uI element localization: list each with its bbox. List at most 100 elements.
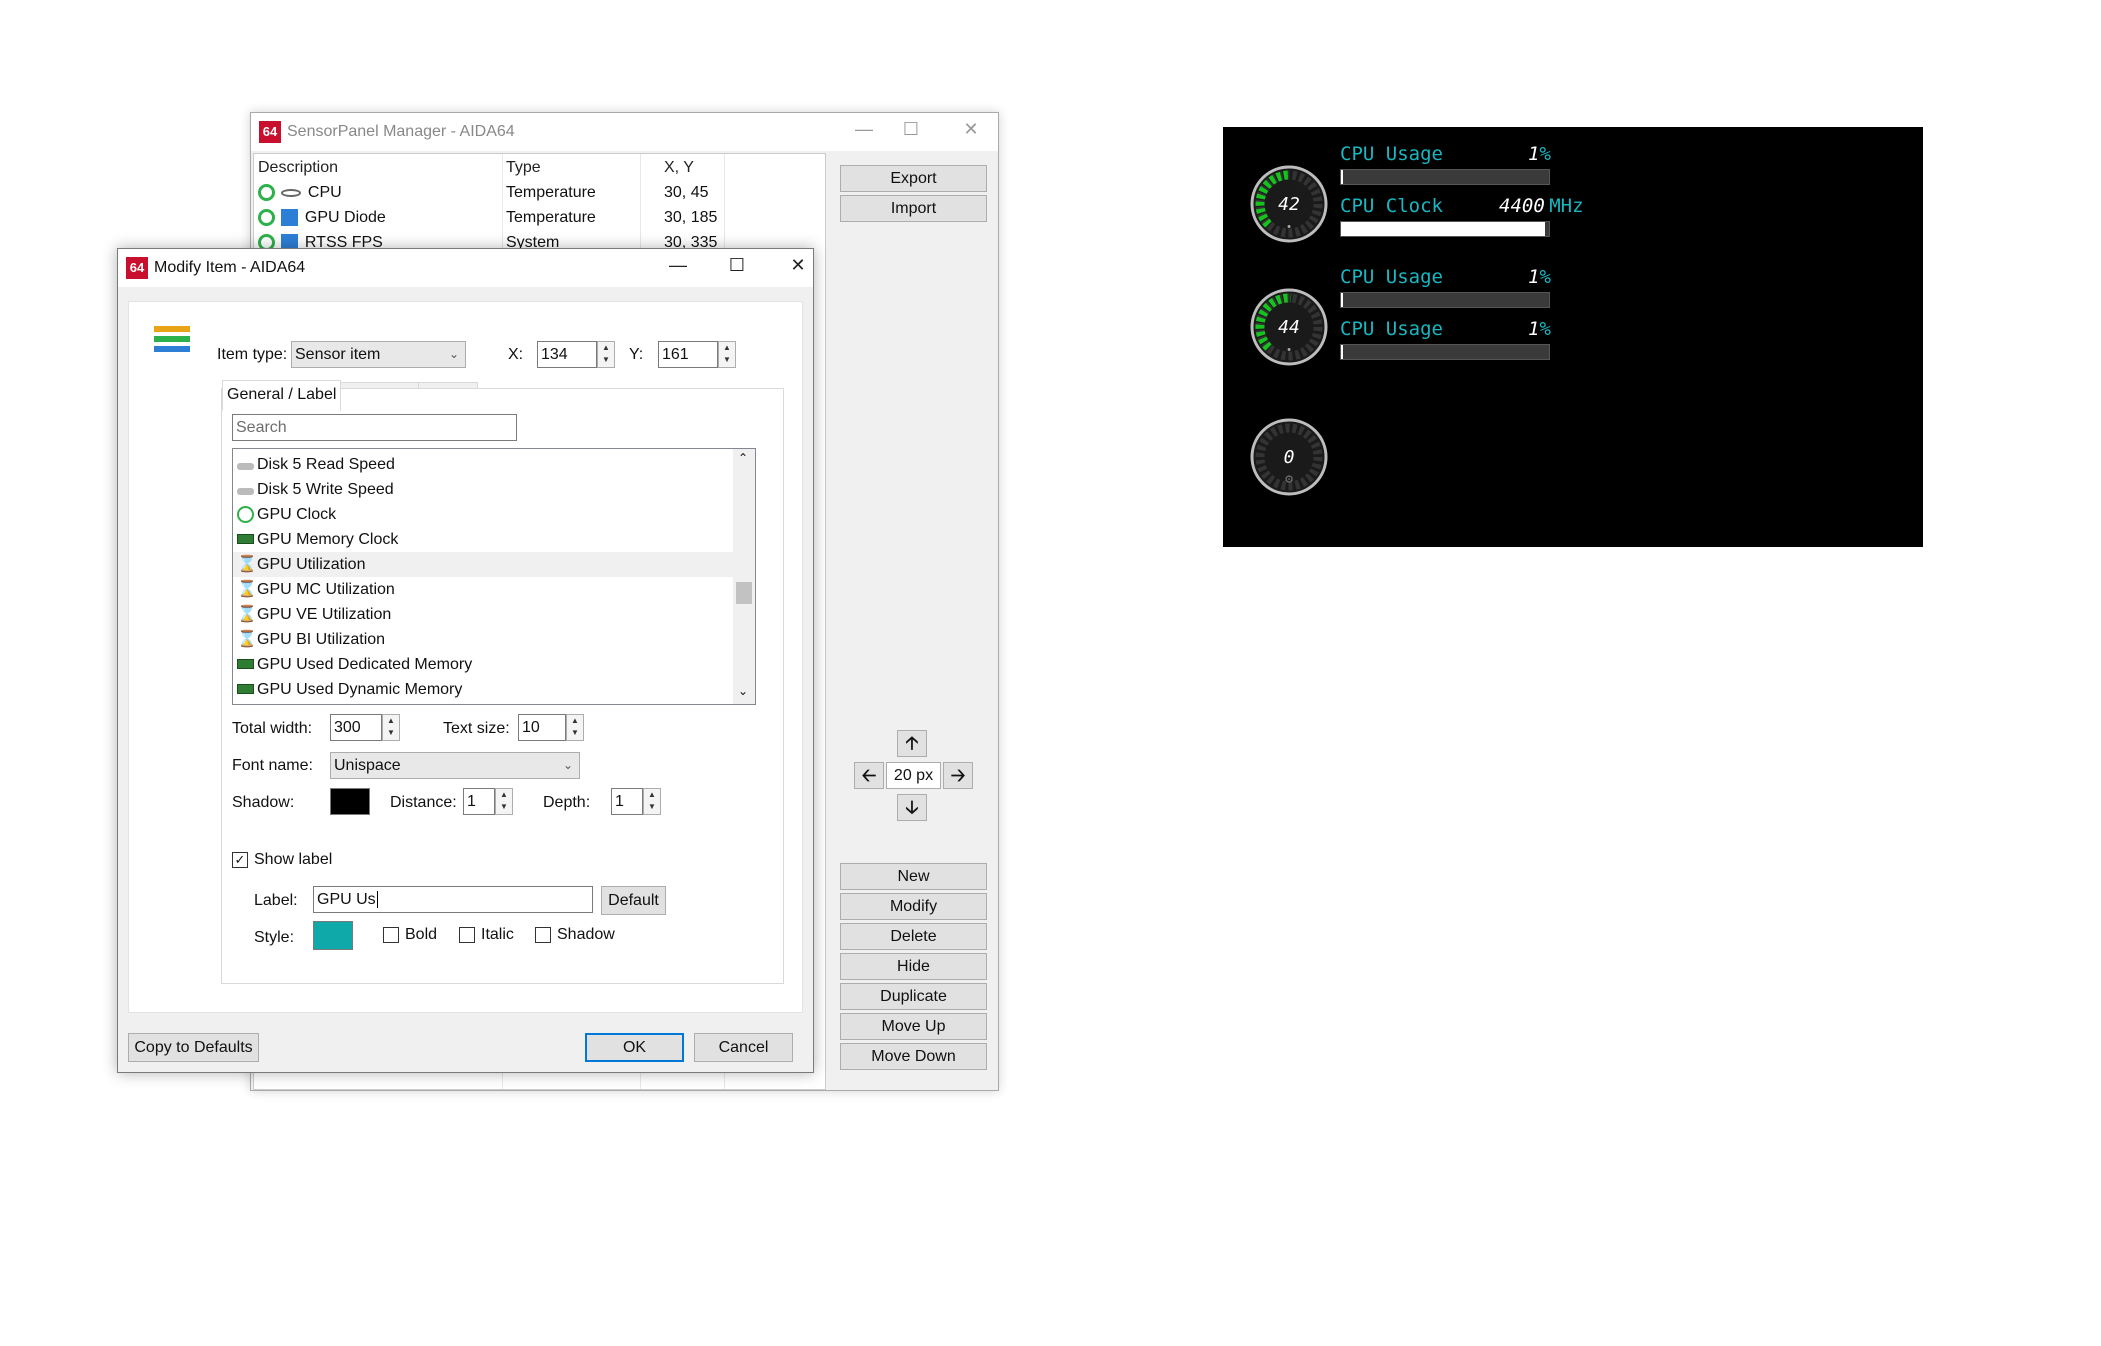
column-xy[interactable]: X, Y bbox=[664, 159, 694, 177]
default-button[interactable]: Default bbox=[601, 886, 666, 915]
import-button[interactable]: Import bbox=[840, 195, 987, 222]
y-input[interactable]: 161 bbox=[658, 341, 718, 368]
sensor-value-group: 1% bbox=[1528, 143, 1551, 165]
modify-title: Modify Item - AIDA64 bbox=[154, 259, 306, 276]
text-size-input[interactable]: 10 bbox=[518, 714, 566, 741]
sensor-bar bbox=[1340, 344, 1550, 360]
close-icon[interactable]: ✕ bbox=[951, 119, 991, 140]
list-item-label: Disk 5 Read Speed bbox=[257, 456, 395, 473]
italic-checkbox[interactable] bbox=[459, 927, 475, 943]
label-color-swatch[interactable] bbox=[313, 921, 353, 950]
delete-button[interactable]: Delete bbox=[840, 923, 987, 950]
font-name-select[interactable]: Unispace ⌄ bbox=[330, 752, 580, 779]
sensor-bar-fill bbox=[1341, 293, 1344, 307]
new-button[interactable]: New bbox=[840, 863, 987, 890]
italic-label[interactable]: Italic bbox=[481, 926, 514, 944]
list-item-label: GPU Used Dynamic Memory bbox=[257, 681, 463, 698]
step-size-display[interactable]: 20 px bbox=[886, 762, 941, 789]
total-width-label: Total width: bbox=[232, 720, 313, 737]
y-spinner[interactable]: ▲ ▼ bbox=[718, 341, 736, 368]
sensor-label: CPU Clock bbox=[1340, 195, 1443, 217]
list-item[interactable]: ⌛ GPU VE Utilization bbox=[233, 602, 733, 627]
show-label-text[interactable]: Show label bbox=[254, 851, 332, 869]
total-width-spinner[interactable]: ▲ ▼ bbox=[382, 714, 400, 741]
table-row[interactable]: GPU Diode Temperature 30, 185 bbox=[258, 209, 818, 227]
move-left-arrow-icon[interactable]: 🡠 bbox=[854, 762, 884, 789]
shadow-style-label[interactable]: Shadow bbox=[557, 926, 615, 944]
export-button[interactable]: Export bbox=[840, 165, 987, 192]
list-item-selected[interactable]: ⌛ GPU Utilization bbox=[233, 552, 733, 577]
copy-to-defaults-button[interactable]: Copy to Defaults bbox=[128, 1033, 259, 1062]
maximize-icon[interactable]: ☐ bbox=[717, 255, 757, 276]
hide-button[interactable]: Hide bbox=[840, 953, 987, 980]
hourglass-icon: ⌛ bbox=[237, 606, 257, 623]
list-item[interactable]: ⌛ GPU BI Utilization bbox=[233, 627, 733, 652]
duplicate-button[interactable]: Duplicate bbox=[840, 983, 987, 1010]
list-item[interactable]: GPU Clock bbox=[233, 502, 733, 527]
list-item-label: GPU Clock bbox=[257, 506, 337, 523]
gpu-temperature-gauge: 44 • bbox=[1250, 288, 1328, 366]
font-name-value: Unispace bbox=[334, 757, 401, 774]
sensor-value-group: 1% bbox=[1528, 318, 1551, 340]
text-caret bbox=[376, 891, 378, 908]
depth-input[interactable]: 1 bbox=[611, 788, 643, 815]
chevron-up-icon[interactable]: ⌃ bbox=[738, 451, 748, 465]
column-type[interactable]: Type bbox=[506, 159, 541, 177]
distance-spinner[interactable]: ▲ ▼ bbox=[495, 788, 513, 815]
move-right-arrow-icon[interactable]: 🡢 bbox=[943, 762, 973, 789]
move-up-button[interactable]: Move Up bbox=[840, 1013, 987, 1040]
tab-general-label[interactable]: General / Label bbox=[222, 380, 342, 411]
row-description: CPU bbox=[307, 184, 342, 201]
gpu-icon bbox=[281, 209, 299, 227]
item-type-label: Item type: bbox=[217, 346, 288, 363]
sensor-list[interactable]: Disk 5 Read Speed Disk 5 Write Speed GPU… bbox=[232, 448, 756, 705]
shadow-color-swatch[interactable] bbox=[330, 788, 370, 815]
move-down-arrow-icon[interactable]: 🡣 bbox=[897, 794, 927, 821]
general-label-tab-panel: Search Disk 5 Read Speed Disk 5 Write Sp… bbox=[221, 388, 784, 984]
list-scrollbar[interactable]: ⌃ ⌄ bbox=[733, 449, 755, 704]
move-down-button[interactable]: Move Down bbox=[840, 1043, 987, 1070]
scrollbar-thumb[interactable] bbox=[736, 582, 752, 604]
label-input[interactable]: GPU Us bbox=[313, 886, 593, 913]
style-label: Style: bbox=[254, 929, 295, 946]
shadow-style-checkbox[interactable] bbox=[535, 927, 551, 943]
list-item[interactable]: GPU Used Dynamic Memory bbox=[233, 677, 733, 702]
text-size-spinner[interactable]: ▲ ▼ bbox=[566, 714, 584, 741]
close-icon[interactable]: ✕ bbox=[778, 255, 818, 276]
show-label-checkbox[interactable]: ✓ bbox=[232, 852, 248, 868]
column-description[interactable]: Description bbox=[258, 159, 338, 177]
move-up-arrow-icon[interactable]: 🡡 bbox=[897, 730, 927, 757]
modify-button[interactable]: Modify bbox=[840, 893, 987, 920]
row-xy: 30, 45 bbox=[664, 184, 709, 201]
disk-icon bbox=[237, 488, 254, 495]
distance-input[interactable]: 1 bbox=[463, 788, 495, 815]
list-item-label: GPU Used Dedicated Memory bbox=[257, 656, 473, 673]
x-spinner[interactable]: ▲ ▼ bbox=[597, 341, 615, 368]
ok-button[interactable]: OK bbox=[585, 1033, 684, 1062]
bold-label[interactable]: Bold bbox=[405, 926, 437, 944]
depth-spinner[interactable]: ▲ ▼ bbox=[643, 788, 661, 815]
total-width-input[interactable]: 300 bbox=[330, 714, 382, 741]
table-row[interactable]: CPU Temperature 30, 45 bbox=[258, 184, 818, 202]
list-item-label: GPU BI Utilization bbox=[257, 631, 386, 648]
list-item[interactable]: ⌛ GPU MC Utilization bbox=[233, 577, 733, 602]
search-input[interactable]: Search bbox=[232, 414, 517, 441]
bold-checkbox[interactable] bbox=[383, 927, 399, 943]
list-item[interactable]: GPU Used Dedicated Memory bbox=[233, 652, 733, 677]
list-item[interactable]: Disk 5 Write Speed bbox=[233, 477, 733, 502]
list-item[interactable]: Disk 5 Read Speed bbox=[233, 452, 733, 477]
maximize-icon[interactable]: ☐ bbox=[891, 119, 931, 140]
minimize-icon[interactable]: — bbox=[844, 119, 884, 140]
chevron-down-icon[interactable]: ⌄ bbox=[738, 684, 748, 698]
item-type-select[interactable]: Sensor item ⌄ bbox=[291, 341, 466, 368]
sensor-value: 1 bbox=[1528, 266, 1540, 288]
modify-titlebar[interactable]: 64 Modify Item - AIDA64 — ☐ ✕ bbox=[118, 249, 813, 287]
sensor-unit: % bbox=[1539, 318, 1551, 340]
gears-icon: ⚙ bbox=[1284, 474, 1294, 486]
spm-titlebar[interactable]: 64 SensorPanel Manager - AIDA64 — ☐ ✕ bbox=[251, 113, 998, 151]
cancel-button[interactable]: Cancel bbox=[694, 1033, 793, 1062]
shadow-label: Shadow: bbox=[232, 794, 295, 811]
x-input[interactable]: 134 bbox=[537, 341, 597, 368]
list-item[interactable]: GPU Memory Clock bbox=[233, 527, 733, 552]
minimize-icon[interactable]: — bbox=[658, 255, 698, 276]
